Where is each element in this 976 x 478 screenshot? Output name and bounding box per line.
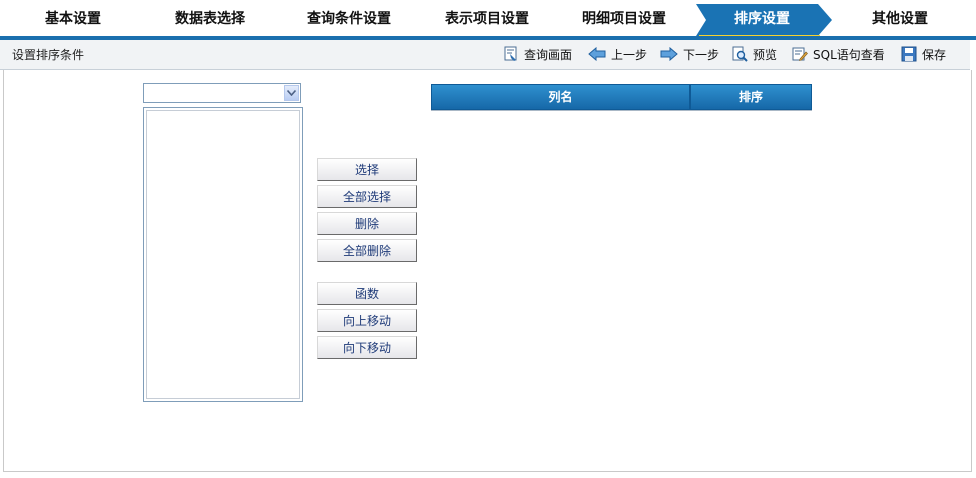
step-other-settings[interactable]: 其他设置	[850, 0, 950, 36]
sort-table-bottom-rule	[431, 110, 812, 111]
step-sort-settings[interactable]: 排序设置	[712, 0, 812, 36]
step-basic-settings[interactable]: 基本设置	[24, 0, 122, 36]
sql-view-button[interactable]: SQL语句查看	[792, 44, 885, 64]
delete-all-button[interactable]: 全部删除	[317, 239, 417, 262]
sort-table: 列名 排序	[431, 84, 812, 110]
step-detail-items[interactable]: 明细项目设置	[567, 0, 681, 36]
select-all-button[interactable]: 全部选择	[317, 185, 417, 208]
next-step-label: 下一步	[683, 47, 720, 62]
column-select[interactable]	[143, 83, 301, 103]
move-down-button[interactable]: 向下移动	[317, 336, 417, 359]
prev-step-button[interactable]: 上一步	[588, 44, 647, 64]
delete-button[interactable]: 删除	[317, 212, 417, 235]
wizard-steps: 基本设置 数据表选择 查询条件设置 表示项目设置 明细项目设置 排序设置 其他设…	[0, 0, 976, 39]
prev-step-label: 上一步	[611, 47, 648, 62]
preview-button[interactable]: 预览	[732, 44, 777, 64]
toolbar-title: 设置排序条件	[12, 48, 85, 62]
column-name-header[interactable]: 列名	[431, 84, 690, 110]
save-floppy-icon	[901, 46, 917, 62]
step-table-selection[interactable]: 数据表选择	[158, 0, 262, 36]
sql-view-label: SQL语句查看	[813, 47, 885, 62]
step-query-conditions[interactable]: 查询条件设置	[292, 0, 406, 36]
query-screen-label: 查询画面	[524, 47, 573, 62]
save-button[interactable]: 保存	[901, 44, 946, 64]
select-button[interactable]: 选择	[317, 158, 417, 181]
toolbar: 设置排序条件 查询画面 上一步 下一步 预览 SQL语句查看 保存	[0, 40, 970, 70]
move-up-button[interactable]: 向上移动	[317, 309, 417, 332]
save-label: 保存	[922, 47, 947, 62]
function-button[interactable]: 函数	[317, 282, 417, 305]
available-columns-list[interactable]	[143, 107, 303, 402]
available-columns-list-inner	[146, 110, 300, 399]
preview-label: 预览	[753, 47, 778, 62]
chevron-down-icon[interactable]	[284, 85, 299, 101]
preview-magnifier-icon	[732, 46, 748, 62]
arrow-right-icon	[660, 47, 678, 61]
next-step-button[interactable]: 下一步	[660, 44, 719, 64]
sql-edit-icon	[792, 47, 808, 61]
arrow-left-icon	[588, 47, 606, 61]
query-screen-button[interactable]: 查询画面	[503, 44, 572, 64]
step-display-items[interactable]: 表示项目设置	[430, 0, 544, 36]
query-screen-icon	[504, 46, 517, 61]
sort-order-header[interactable]: 排序	[690, 84, 812, 110]
